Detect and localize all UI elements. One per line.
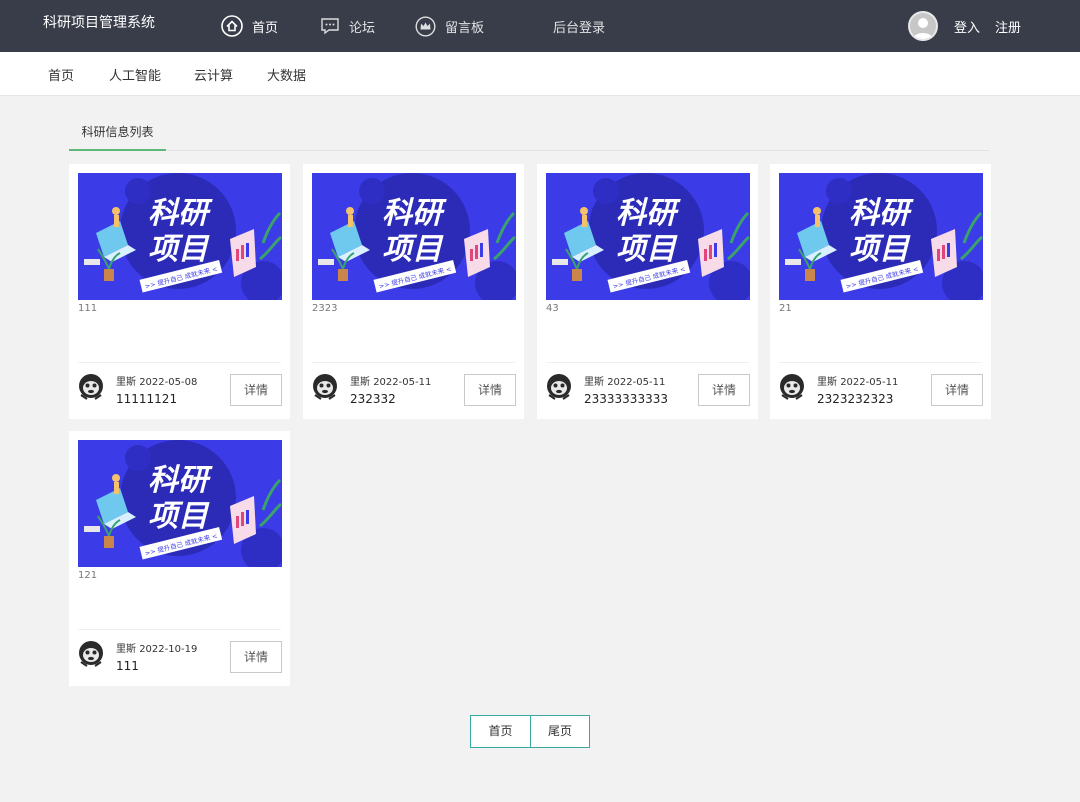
project-name: 21: [779, 303, 792, 314]
banner-title-line1: 科研: [616, 196, 681, 231]
author-date: 里斯 2022-05-11: [584, 377, 666, 388]
project-name: 121: [78, 570, 98, 581]
detail-button[interactable]: 详情: [698, 374, 750, 406]
project-banner-image: 科研 项目 >> 提升自己 成就未来 <: [78, 440, 282, 567]
project-banner-image: 科研 项目 >> 提升自己 成就未来 <: [312, 173, 516, 300]
detail-button[interactable]: 详情: [230, 374, 282, 406]
project-card[interactable]: 科研 项目 >> 提升自己 成就未来 < 121 里斯 2022-10-19 1…: [69, 431, 290, 686]
section-tabs: 科研信息列表: [69, 116, 989, 151]
brand-title: 科研项目管理系统: [43, 15, 155, 31]
nav-message-board[interactable]: 留言板: [415, 0, 484, 52]
user-avatar-icon[interactable]: [908, 11, 938, 41]
nav-admin-label: 后台登录: [553, 20, 606, 36]
author-avatar-icon: [77, 372, 105, 400]
message-icon: [320, 17, 340, 35]
project-name: 111: [78, 303, 98, 314]
project-code: 23333333333: [584, 392, 668, 406]
project-code: 2323232323: [817, 392, 894, 406]
category-cloud[interactable]: 云计算: [194, 65, 233, 84]
project-card[interactable]: 科研 项目 >> 提升自己 成就未来 < 2323 里斯 2022-05-11 …: [303, 164, 524, 419]
project-name: 2323: [312, 303, 338, 314]
banner-title-line2: 项目: [616, 232, 678, 267]
nav-forum-label: 论坛: [349, 20, 376, 36]
author-date: 里斯 2022-05-08: [116, 377, 198, 388]
project-code: 111: [116, 659, 139, 673]
banner-title-line2: 项目: [148, 499, 210, 534]
project-code: 11111121: [116, 392, 178, 406]
banner-title-line1: 科研: [382, 196, 447, 231]
last-page-button[interactable]: 尾页: [530, 716, 589, 747]
card-divider: [312, 362, 515, 363]
author-date: 里斯 2022-05-11: [350, 377, 432, 388]
home-icon: [221, 15, 243, 37]
category-home[interactable]: 首页: [48, 65, 74, 84]
project-name: 43: [546, 303, 559, 314]
detail-button[interactable]: 详情: [230, 641, 282, 673]
project-code: 232332: [350, 392, 396, 406]
project-card[interactable]: 科研 项目 >> 提升自己 成就未来 < 43 里斯 2022-05-11 23…: [537, 164, 758, 419]
author-avatar-icon: [545, 372, 573, 400]
project-banner-image: 科研 项目 >> 提升自己 成就未来 <: [779, 173, 983, 300]
category-ai[interactable]: 人工智能: [109, 65, 161, 84]
card-divider: [78, 629, 281, 630]
category-bigdata[interactable]: 大数据: [267, 65, 306, 84]
first-page-button[interactable]: 首页: [471, 716, 530, 747]
nav-board-label: 留言板: [445, 20, 485, 36]
author-avatar-icon: [77, 639, 105, 667]
category-bar: 首页 人工智能 云计算 大数据: [0, 52, 1080, 96]
banner-title-line2: 项目: [849, 232, 911, 267]
card-divider: [78, 362, 281, 363]
banner-title-line2: 项目: [148, 232, 210, 267]
author-avatar-icon: [778, 372, 806, 400]
top-navbar: 科研项目管理系统 首页 论坛 留言板 后台登录 登入 注册: [0, 0, 1080, 52]
detail-button[interactable]: 详情: [464, 374, 516, 406]
author-date: 里斯 2022-05-11: [817, 377, 899, 388]
nav-home[interactable]: 首页: [221, 0, 278, 52]
login-link[interactable]: 登入: [954, 17, 980, 36]
project-banner-image: 科研 项目 >> 提升自己 成就未来 <: [546, 173, 750, 300]
nav-admin-login[interactable]: 后台登录: [553, 0, 605, 52]
crown-icon: [415, 15, 436, 37]
detail-button[interactable]: 详情: [931, 374, 983, 406]
banner-title-line1: 科研: [148, 196, 213, 231]
pagination: 首页 尾页: [470, 715, 590, 748]
banner-title-line1: 科研: [849, 196, 914, 231]
nav-forum[interactable]: 论坛: [320, 0, 375, 52]
project-card[interactable]: 科研 项目 >> 提升自己 成就未来 < 21 里斯 2022-05-11 23…: [770, 164, 991, 419]
banner-title-line1: 科研: [148, 463, 213, 498]
nav-home-label: 首页: [252, 20, 279, 36]
tab-research-list[interactable]: 科研信息列表: [69, 116, 166, 151]
author-avatar-icon: [311, 372, 339, 400]
banner-title-line2: 项目: [382, 232, 444, 267]
project-banner-image: 科研 项目 >> 提升自己 成就未来 <: [78, 173, 282, 300]
card-divider: [779, 362, 982, 363]
card-divider: [546, 362, 749, 363]
project-card[interactable]: 科研 项目 >> 提升自己 成就未来 < 111 里斯 2022-05-08 1…: [69, 164, 290, 419]
author-date: 里斯 2022-10-19: [116, 644, 198, 655]
register-link[interactable]: 注册: [995, 17, 1021, 36]
